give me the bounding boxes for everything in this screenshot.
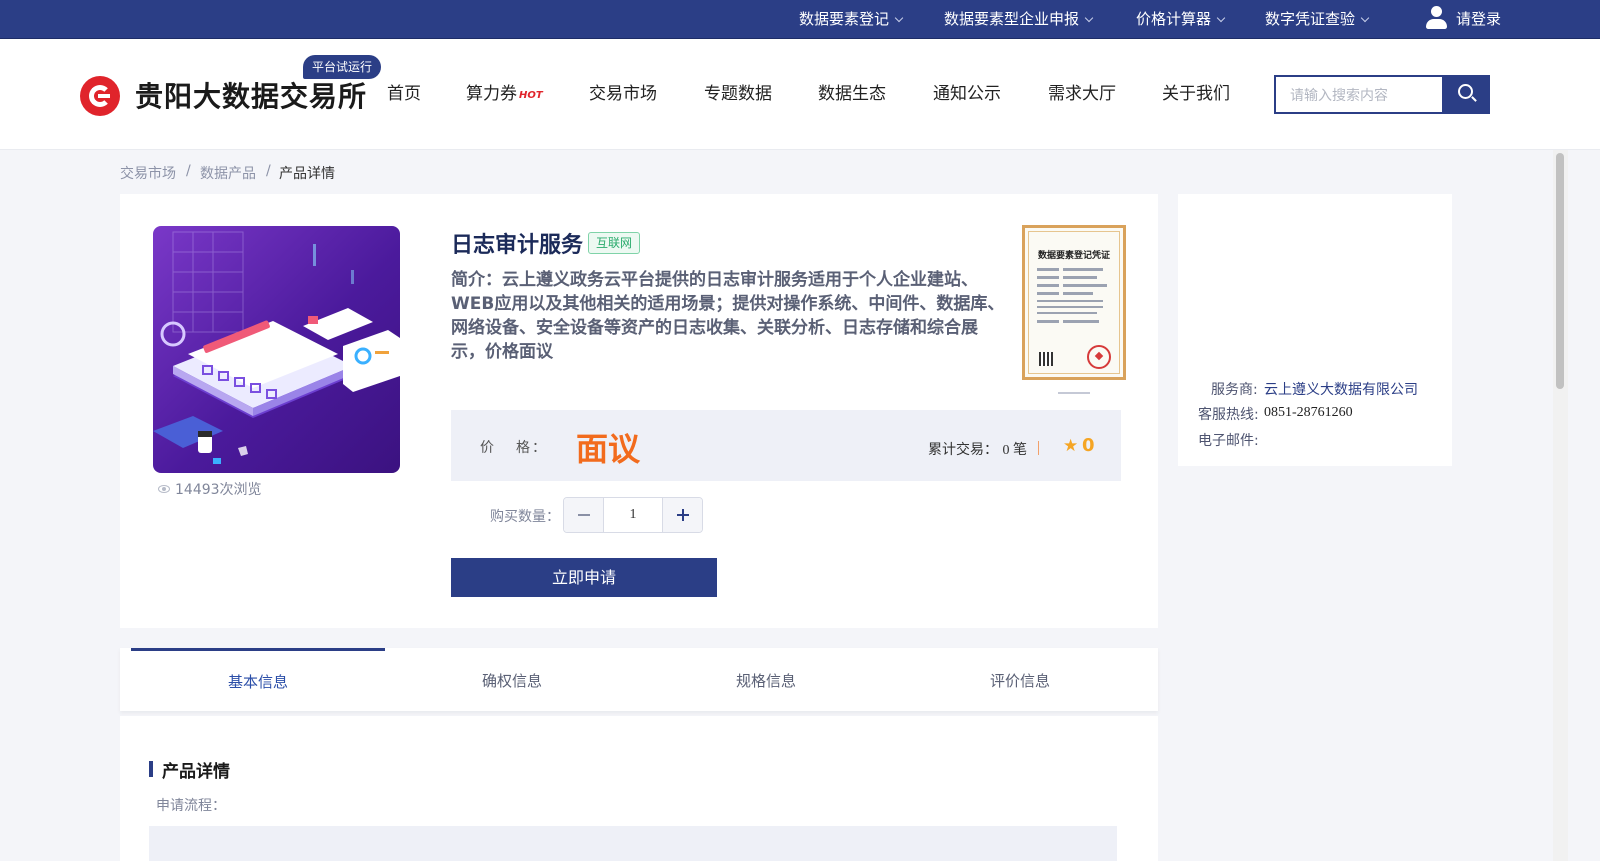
topbar-item-data-registration[interactable]: 数据要素登记 — [799, 0, 904, 39]
nav-item-notices[interactable]: 通知公示 — [933, 39, 1001, 150]
view-count: 14493次浏览 — [158, 479, 262, 499]
product-title: 日志审计服务 — [451, 233, 584, 258]
apply-button[interactable]: 立即申请 — [451, 558, 717, 597]
trade-count: 累计交易： 0 笔 — [928, 442, 1027, 458]
tab-spec-info[interactable]: 规格信息 — [639, 648, 893, 711]
trial-badge: 平台试运行 — [303, 55, 382, 79]
provider-label: 服务商: — [1211, 382, 1258, 398]
detail-tabs: 基本信息 确权信息 规格信息 评价信息 — [120, 648, 1158, 711]
top-bar: 数据要素登记 数据要素型企业申报 价格计算器 数字凭证查验 请登录 — [0, 0, 1600, 39]
provider-row: 服务商: — [1211, 379, 1258, 399]
certificate-title: 数据要素登记凭证 — [1037, 251, 1110, 261]
qr-code-icon — [1039, 352, 1053, 366]
topbar-item-label: 数据要素型企业申报 — [944, 10, 1080, 28]
flow-label: 申请流程： — [156, 798, 226, 814]
topbar-item-label: 数字凭证查验 — [1265, 10, 1356, 28]
registration-certificate-image[interactable]: 数据要素登记凭证 — [1022, 225, 1126, 380]
topbar-item-price-calculator[interactable]: 价格计算器 — [1136, 0, 1226, 39]
chevron-down-icon — [1084, 13, 1094, 23]
breadcrumb-separator: / — [186, 163, 191, 179]
topbar-item-enterprise-declaration[interactable]: 数据要素型企业申报 — [944, 0, 1094, 39]
nav-item-ecosystem[interactable]: 数据生态 — [818, 39, 886, 150]
price-label: 价格： — [480, 440, 548, 456]
provider-name-link[interactable]: 云上遵义大数据有限公司 — [1264, 379, 1418, 399]
product-intro: 简介：云上遵义政务云平台提供的日志审计服务适用于个人企业建站、WEB应用以及其他… — [451, 270, 1005, 362]
nav-item-topic-data[interactable]: 专题数据 — [704, 39, 772, 150]
rating-score: 0 — [1082, 435, 1095, 456]
hotline-label: 客服热线: — [1198, 407, 1259, 423]
certificate-indicator — [1058, 392, 1090, 394]
search-button[interactable] — [1442, 75, 1490, 114]
breadcrumb-data-products[interactable]: 数据产品 — [200, 163, 256, 183]
hotline-value: 0851-28761260 — [1264, 405, 1353, 420]
login-label: 请登录 — [1456, 10, 1502, 28]
scrollbar-thumb[interactable] — [1556, 153, 1564, 389]
nav-item-compute-voucher[interactable]: 算力券 HOT — [466, 39, 543, 150]
increase-button[interactable] — [662, 498, 702, 532]
nav-item-home[interactable]: 首页 — [387, 39, 421, 150]
email-label: 电子邮件: — [1198, 433, 1259, 449]
provider-card — [1178, 194, 1452, 466]
search-input[interactable] — [1274, 75, 1442, 114]
detail-title: 产品详情 — [162, 762, 230, 782]
product-image — [153, 226, 400, 473]
topbar-item-label: 数据要素登记 — [799, 10, 890, 28]
star-icon: ★ — [1063, 436, 1079, 456]
seal-icon — [1087, 345, 1111, 369]
login-link[interactable]: 请登录 — [1425, 0, 1501, 39]
topbar-item-label: 价格计算器 — [1136, 10, 1212, 28]
hot-badge: HOT — [519, 90, 543, 101]
category-tag: 互联网 — [588, 232, 641, 254]
decrease-button[interactable] — [564, 498, 604, 532]
site-header: 贵阳大数据交易所 平台试运行 首页 算力券 HOT 交易市场 专题数据 数据生态 … — [0, 39, 1600, 150]
tab-review-info[interactable]: 评价信息 — [893, 648, 1147, 711]
price-value: 面议 — [576, 430, 641, 468]
logo-icon[interactable] — [80, 76, 120, 116]
nav-item-about[interactable]: 关于我们 — [1162, 39, 1230, 150]
eye-icon — [158, 485, 170, 493]
chevron-down-icon — [894, 13, 904, 23]
user-icon — [1425, 5, 1447, 30]
divider — [1038, 441, 1039, 455]
section-marker — [149, 761, 153, 777]
chevron-down-icon — [1216, 13, 1226, 23]
quantity-input[interactable] — [604, 498, 662, 532]
chevron-down-icon — [1360, 13, 1370, 23]
quantity-stepper — [563, 497, 703, 533]
breadcrumb-current: 产品详情 — [279, 166, 335, 182]
logo-text[interactable]: 贵阳大数据交易所 — [135, 75, 367, 115]
topbar-item-certificate-check[interactable]: 数字凭证查验 — [1265, 0, 1370, 39]
tab-rights-info[interactable]: 确权信息 — [385, 648, 639, 711]
breadcrumb-separator: / — [266, 163, 271, 179]
minus-icon — [578, 514, 590, 516]
tab-basic-info[interactable]: 基本信息 — [131, 648, 385, 711]
nav-item-market[interactable]: 交易市场 — [589, 39, 657, 150]
quantity-label: 购买数量： — [490, 509, 560, 525]
nav-item-demand-hall[interactable]: 需求大厅 — [1048, 39, 1116, 150]
flow-content — [149, 826, 1117, 861]
breadcrumb-market[interactable]: 交易市场 — [120, 163, 176, 183]
